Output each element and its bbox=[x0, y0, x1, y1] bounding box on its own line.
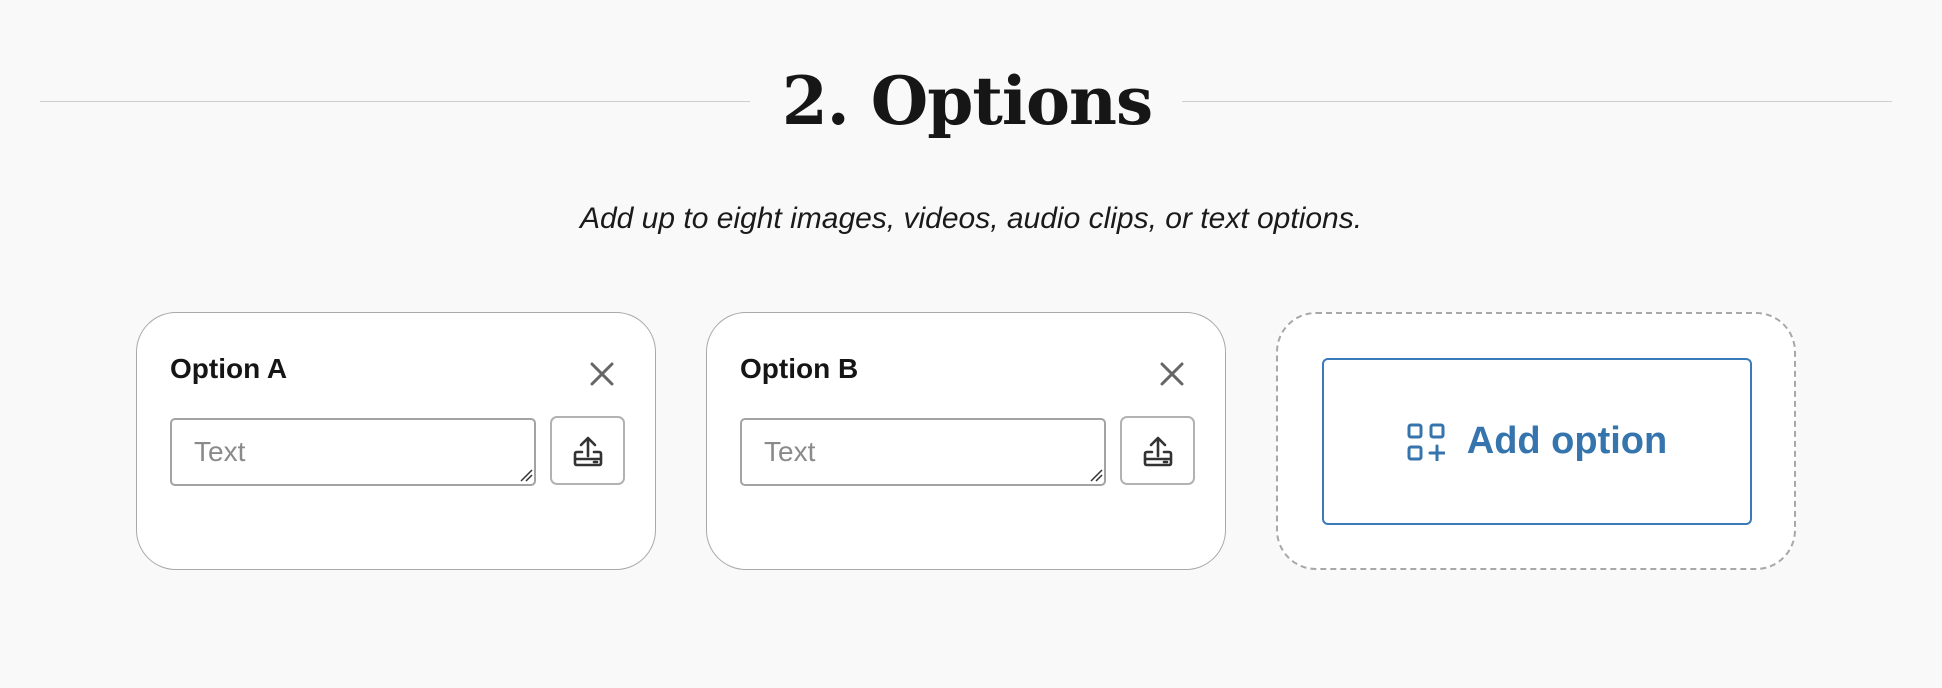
option-text-input[interactable] bbox=[740, 418, 1106, 486]
upload-icon bbox=[1143, 436, 1172, 466]
close-icon bbox=[1160, 362, 1184, 386]
heading-rule-right bbox=[1182, 100, 1892, 102]
section-subtitle: Add up to eight images, videos, audio cl… bbox=[579, 202, 1363, 235]
remove-option-button[interactable] bbox=[587, 359, 617, 389]
add-option-card: Add option bbox=[1276, 312, 1796, 570]
section-title: 2. Options bbox=[781, 62, 1153, 140]
option-title: Option A bbox=[170, 353, 288, 384]
option-title: Option B bbox=[740, 353, 859, 384]
upload-button[interactable] bbox=[550, 416, 625, 485]
upload-button[interactable] bbox=[1120, 416, 1195, 485]
remove-option-button[interactable] bbox=[1157, 359, 1187, 389]
upload-icon bbox=[573, 436, 602, 466]
close-icon bbox=[590, 362, 614, 386]
add-option-label: Add option bbox=[1466, 420, 1668, 462]
heading-rule-left bbox=[40, 100, 750, 102]
resize-handle-icon[interactable] bbox=[519, 468, 533, 482]
resize-handle-icon[interactable] bbox=[1089, 468, 1103, 482]
add-grid-icon bbox=[1407, 423, 1445, 461]
section-heading: 2. Options bbox=[40, 60, 1892, 142]
option-text-input[interactable] bbox=[170, 418, 536, 486]
add-option-button[interactable]: Add option bbox=[1322, 358, 1752, 525]
option-card-a: Option A bbox=[136, 312, 656, 570]
option-card-b: Option B bbox=[706, 312, 1226, 570]
